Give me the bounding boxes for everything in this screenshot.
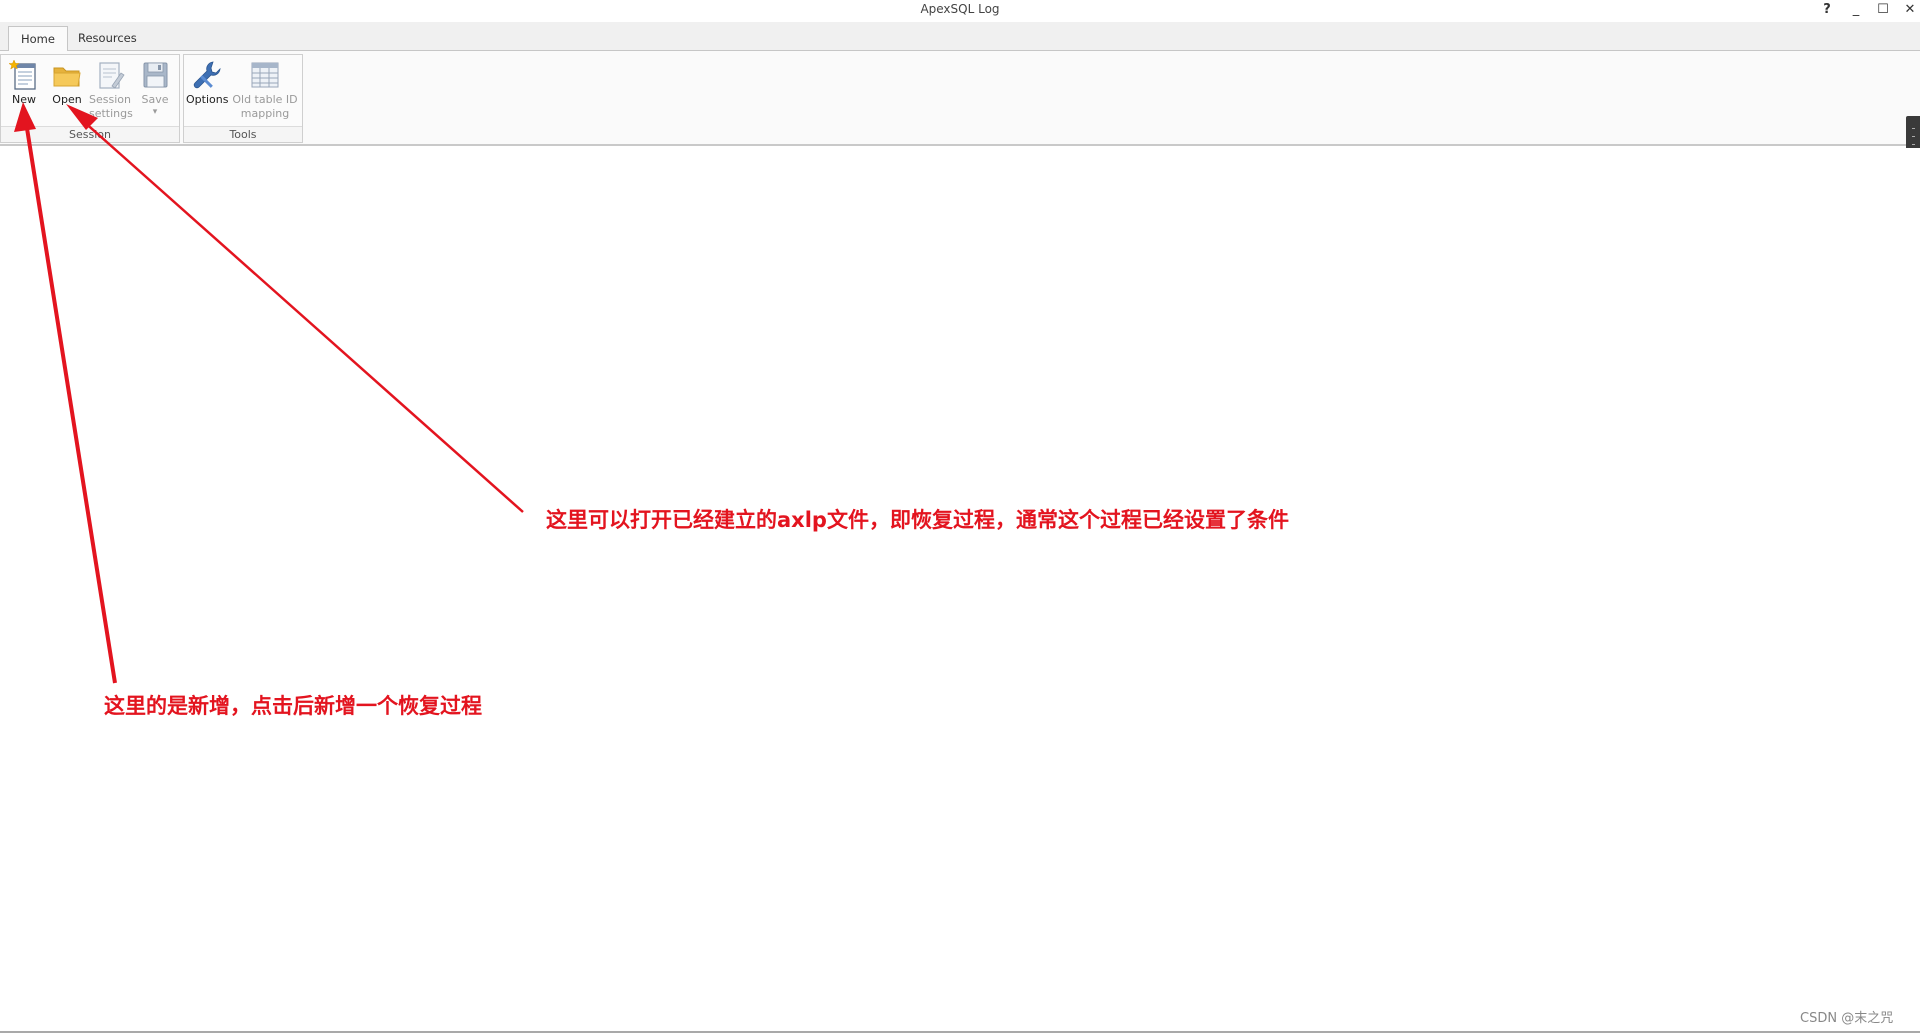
session-settings-label-1: Session	[89, 93, 131, 106]
open-button[interactable]: Open	[46, 57, 88, 127]
ribbon-group-session: New Open Session settings Save ▾ Session	[0, 54, 180, 143]
ribbon: New Open Session settings Save ▾ Session…	[0, 51, 1920, 158]
open-button-label: Open	[52, 93, 82, 106]
old-table-id-label-2: mapping	[240, 107, 290, 120]
main-content-area	[0, 148, 1920, 1031]
ribbon-tab-strip: Home Resources	[0, 22, 1920, 52]
ribbon-group-tools: Options Old table ID mapping Tools	[183, 54, 303, 143]
annotation-new-note: 这里的是新增，点击后新增一个恢复过程	[104, 694, 482, 718]
new-button[interactable]: New	[3, 57, 45, 127]
new-button-label: New	[12, 93, 36, 106]
session-settings-button[interactable]: Session settings	[89, 57, 133, 127]
tab-home[interactable]: Home	[8, 26, 68, 52]
help-icon[interactable]: ?	[1816, 1, 1838, 21]
window-title: ApexSQL Log	[920, 2, 1000, 16]
save-button[interactable]: Save ▾	[134, 57, 176, 127]
maximize-button[interactable]: ☐	[1872, 1, 1894, 21]
close-button[interactable]: ✕	[1899, 1, 1920, 21]
title-bar: ApexSQL Log ? _ ☐ ✕	[0, 0, 1920, 22]
annotation-open-note: 这里可以打开已经建立的axlp文件，即恢复过程，通常这个过程已经设置了条件	[546, 508, 1289, 532]
table-grid-icon	[251, 62, 279, 88]
minimize-button[interactable]: _	[1845, 1, 1867, 21]
tab-resources[interactable]: Resources	[66, 26, 149, 52]
wrench-icon	[193, 61, 221, 89]
tools-group-label: Tools	[184, 126, 302, 142]
options-button-label: Options	[186, 93, 229, 106]
options-button[interactable]: Options	[186, 57, 228, 127]
new-document-icon	[8, 59, 36, 90]
old-table-id-mapping-button[interactable]: Old table ID mapping	[230, 57, 300, 127]
old-table-id-label-1: Old table ID	[232, 93, 298, 106]
folder-icon	[53, 67, 81, 87]
session-settings-label-2: settings	[89, 107, 133, 120]
session-group-label: Session	[1, 126, 179, 142]
watermark: CSDN @末之咒	[1800, 1011, 1894, 1026]
session-settings-icon	[99, 62, 125, 89]
save-dropdown-icon[interactable]: ▾	[134, 105, 176, 119]
floppy-disk-icon	[143, 62, 168, 88]
